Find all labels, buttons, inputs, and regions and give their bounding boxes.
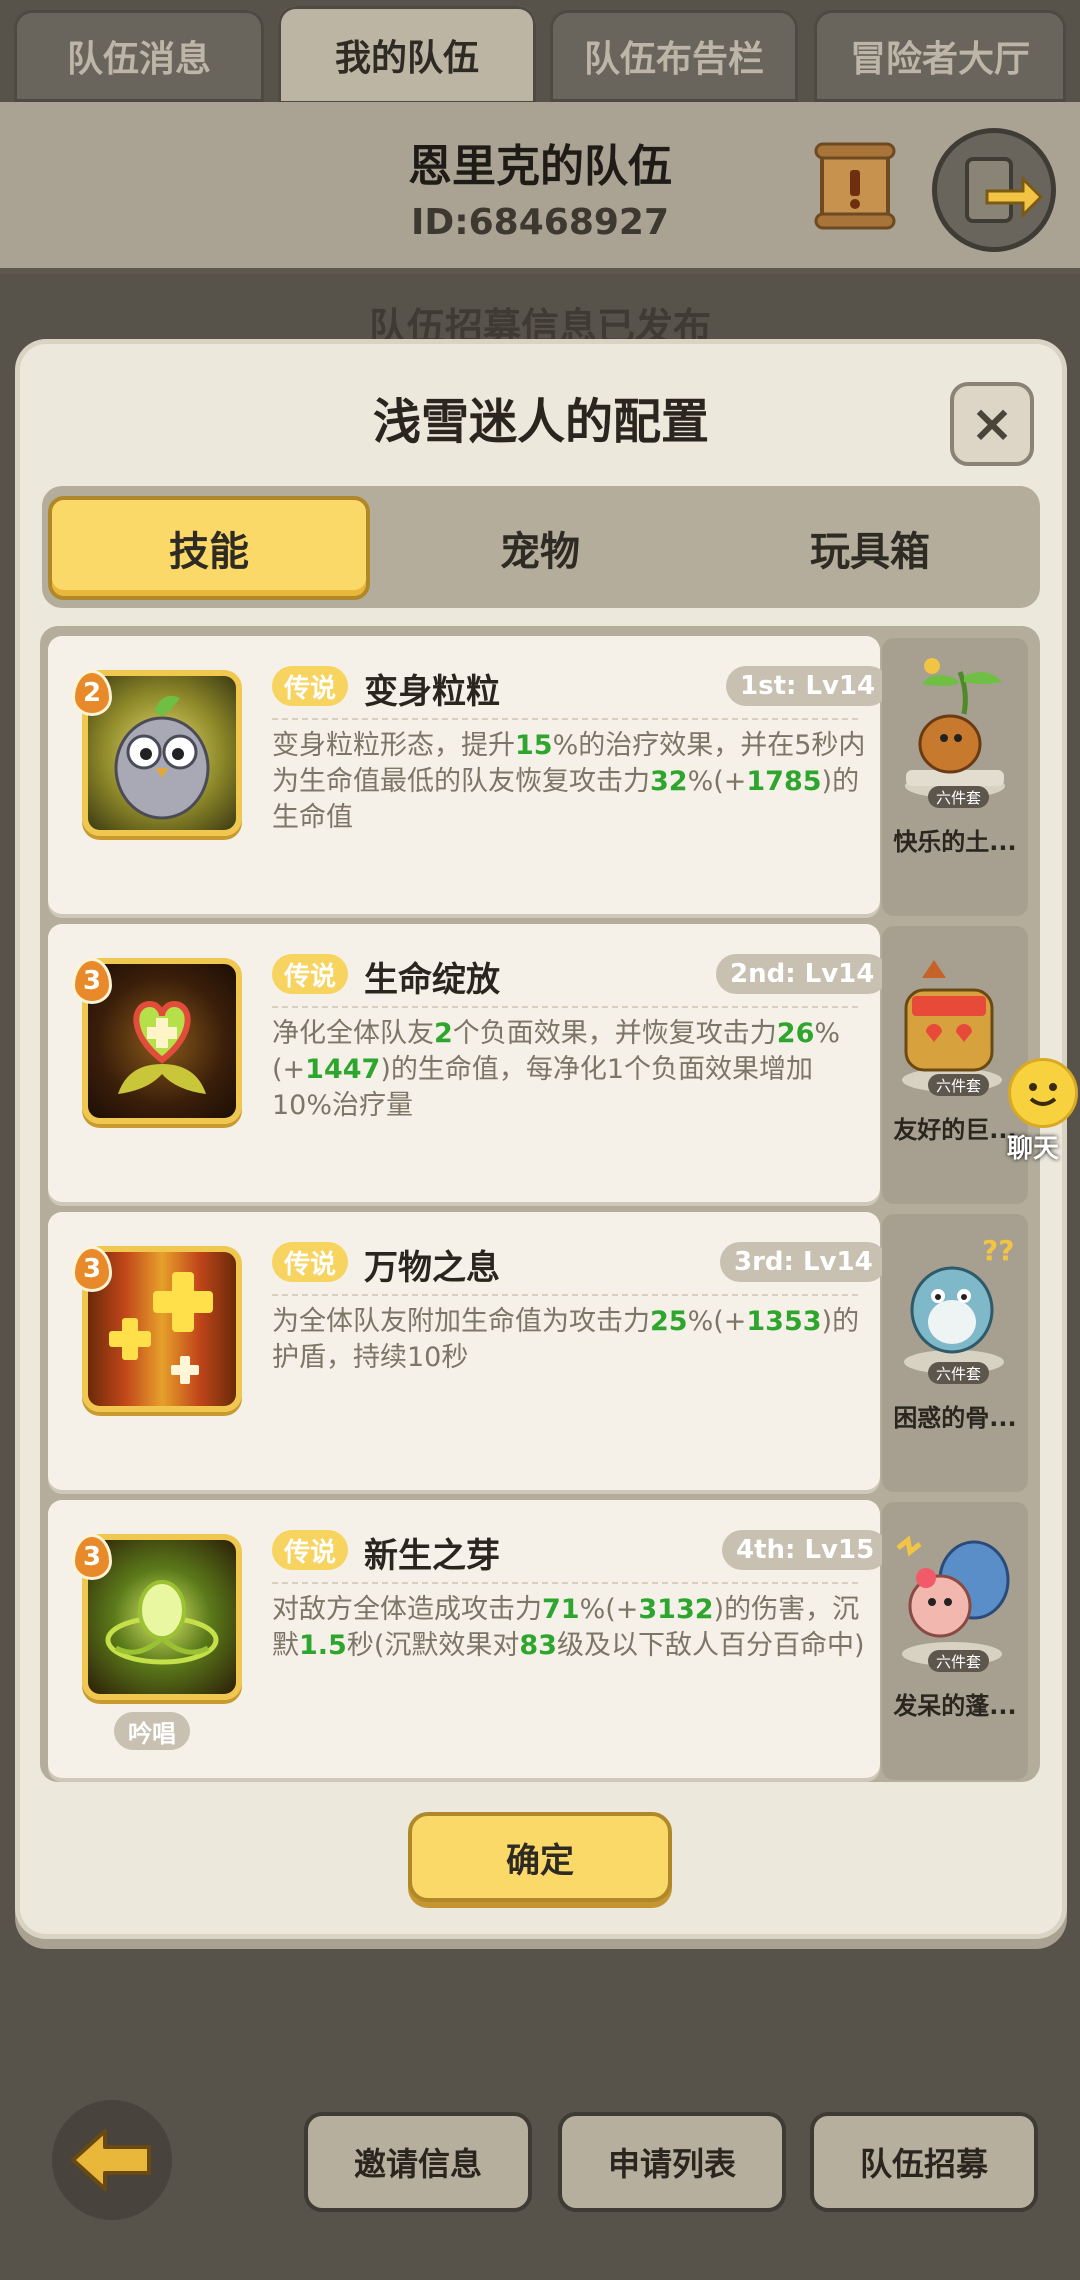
highlight-number: 26 <box>776 1018 815 1049</box>
set-tag: 六件套 <box>928 1362 990 1384</box>
highlight-number: 1353 <box>746 1306 822 1337</box>
chant-tag: 吟唱 <box>114 1712 190 1750</box>
skill-description: 净化全体队友2个负面效果，并恢复攻击力26%(+1447)的生命值，每净化1个负… <box>272 1016 866 1124</box>
highlight-number: 1785 <box>746 766 822 797</box>
tab-skills[interactable]: 技能 <box>48 496 370 600</box>
chat-label[interactable]: 聊天 <box>988 1128 1078 1165</box>
description-text: 秒(沉默效果对 <box>346 1630 520 1661</box>
close-icon: × <box>970 394 1014 454</box>
description-text: 为全体队友附加生命值为攻击力 <box>272 1306 650 1337</box>
tab-team-messages[interactable]: 队伍消息 <box>14 10 264 102</box>
smiley-icon <box>1029 1083 1057 1106</box>
skill-level-badge: 3 <box>72 958 112 1004</box>
team-id: ID:68468927 <box>410 202 670 243</box>
tab-pets[interactable]: 宠物 <box>380 496 700 600</box>
toy-name: 快乐的土... <box>893 828 1017 856</box>
skill-description: 对敌方全体造成攻击力71%(+3132)的伤害，沉默1.5秒(沉默效果对83级及… <box>272 1592 866 1664</box>
chat-button[interactable] <box>1008 1058 1078 1128</box>
skill-description: 变身粒粒形态，提升15%的治疗效果，并在5秒内为生命值最低的队友恢复攻击力32%… <box>272 728 866 836</box>
description-text: %(+ <box>579 1594 639 1625</box>
highlight-number: 1447 <box>305 1054 381 1085</box>
team-name: 恩里克的队伍 <box>408 141 672 192</box>
description-text: 对敌方全体造成攻击力 <box>272 1594 542 1625</box>
skill-level-badge: 2 <box>72 670 112 716</box>
close-button[interactable]: × <box>950 382 1034 466</box>
description-text: 变身粒粒形态，提升 <box>272 730 515 761</box>
highlight-number: 83 <box>519 1630 557 1661</box>
back-arrow-icon <box>71 2129 151 2191</box>
tab-toybox[interactable]: 玩具箱 <box>710 496 1030 600</box>
description-text: 个负面效果，并恢复攻击力 <box>452 1018 777 1049</box>
invite-info-button[interactable]: 邀请信息 <box>304 2112 532 2212</box>
back-button[interactable] <box>52 2100 172 2220</box>
skill-description: 为全体队友附加生命值为攻击力25%(+1353)的护盾，持续10秒 <box>272 1304 866 1376</box>
divider <box>272 1006 858 1008</box>
set-tag: 六件套 <box>928 786 990 808</box>
highlight-number: 1.5 <box>299 1630 347 1661</box>
skill-slot-level: 1st: Lv14 <box>726 666 890 706</box>
skill-name: 变身粒粒 <box>364 672 500 712</box>
divider <box>272 718 858 720</box>
scroll-notice-icon[interactable] <box>814 140 896 232</box>
tab-my-team[interactable]: 我的队伍 <box>278 6 536 104</box>
application-list-button[interactable]: 申请列表 <box>558 2112 786 2212</box>
description-text: 净化全体队友 <box>272 1018 434 1049</box>
highlight-number: 3132 <box>638 1594 714 1625</box>
team-recruit-button[interactable]: 队伍招募 <box>810 2112 1038 2212</box>
skill-slot-level: 2nd: Lv14 <box>716 954 889 994</box>
skill-name: 万物之息 <box>364 1248 500 1288</box>
skill-slot-level: 3rd: Lv14 <box>720 1242 887 1282</box>
svg-text:??: ?? <box>982 1234 1014 1267</box>
rarity-tag: 传说 <box>272 954 349 994</box>
modal-title: 浅雪迷人的配置 <box>372 394 709 450</box>
toy-figure-icon <box>898 652 1012 802</box>
divider <box>272 1582 858 1584</box>
skill-level-badge: 3 <box>72 1534 112 1580</box>
set-tag: 六件套 <box>928 1074 990 1096</box>
toy-name: 发呆的蓬... <box>893 1692 1017 1720</box>
highlight-number: 71 <box>542 1594 580 1625</box>
description-text: %(+ <box>687 1306 747 1337</box>
recruit-notice-text: 队伍招募信息已发布 <box>368 305 711 349</box>
skill-name: 生命绽放 <box>364 960 500 1000</box>
highlight-number: 15 <box>515 730 553 761</box>
skill-level-badge: 3 <box>72 1246 112 1292</box>
rarity-tag: 传说 <box>272 1530 349 1570</box>
description-text: 级及以下敌人百分百命中) <box>556 1630 865 1661</box>
highlight-number: 25 <box>650 1306 688 1337</box>
tab-adventurer-hall[interactable]: 冒险者大厅 <box>814 10 1066 102</box>
divider <box>272 1294 858 1296</box>
set-tag: 六件套 <box>928 1650 990 1672</box>
highlight-number: 2 <box>434 1018 453 1049</box>
skill-name: 新生之芽 <box>364 1536 500 1576</box>
rarity-tag: 传说 <box>272 666 349 706</box>
toy-name: 困惑的骨... <box>893 1404 1017 1432</box>
tab-team-board[interactable]: 队伍布告栏 <box>550 10 798 102</box>
rarity-tag: 传说 <box>272 1242 349 1282</box>
skill-slot-level: 4th: Lv15 <box>722 1530 889 1570</box>
exit-team-icon[interactable] <box>932 128 1056 252</box>
confirm-button[interactable]: 确定 <box>408 1812 672 1902</box>
description-text: %(+ <box>687 766 747 797</box>
toy-figure-icon: ?? <box>894 1230 1014 1380</box>
highlight-number: 32 <box>650 766 688 797</box>
